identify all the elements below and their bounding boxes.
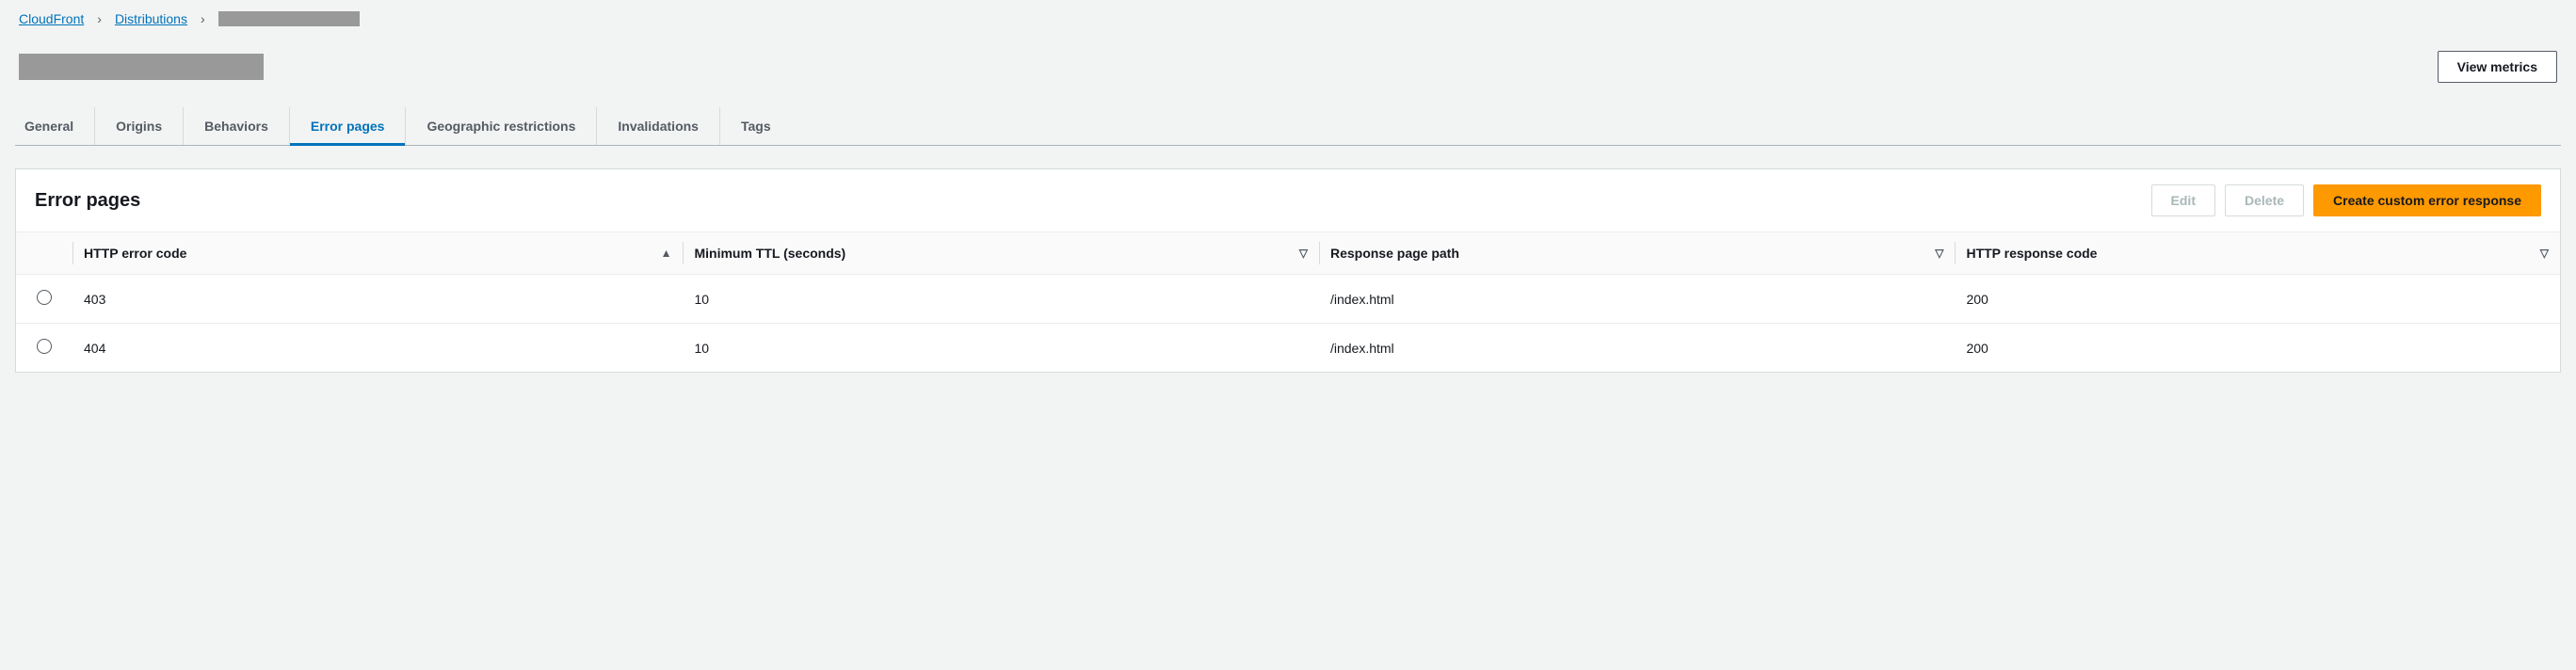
chevron-right-icon: › bbox=[201, 11, 205, 26]
page-header: View metrics bbox=[15, 32, 2561, 90]
row-select-radio[interactable] bbox=[37, 290, 52, 305]
tab-behaviors[interactable]: Behaviors bbox=[184, 107, 290, 145]
col-select bbox=[16, 232, 72, 275]
panel-title: Error pages bbox=[35, 190, 140, 212]
col-http-response-code[interactable]: HTTP response code ▽ bbox=[1955, 232, 2560, 275]
cell-min-ttl: 10 bbox=[683, 324, 1319, 373]
error-pages-table: HTTP error code ▲ Minimum TTL (seconds) … bbox=[16, 231, 2560, 372]
col-label: Response page path bbox=[1330, 246, 1459, 261]
dropdown-icon[interactable]: ▽ bbox=[1299, 247, 1308, 260]
edit-button[interactable]: Edit bbox=[2151, 184, 2215, 216]
col-label: Minimum TTL (seconds) bbox=[694, 246, 845, 261]
breadcrumb-distributions[interactable]: Distributions bbox=[115, 11, 187, 26]
table-row[interactable]: 403 10 /index.html 200 bbox=[16, 275, 2560, 324]
sort-asc-icon[interactable]: ▲ bbox=[661, 247, 672, 260]
tab-origins[interactable]: Origins bbox=[95, 107, 184, 145]
cell-http-error-code: 404 bbox=[72, 324, 683, 373]
cell-http-response-code: 200 bbox=[1955, 324, 2560, 373]
view-metrics-button[interactable]: View metrics bbox=[2438, 51, 2557, 83]
cell-http-error-code: 403 bbox=[72, 275, 683, 324]
cell-min-ttl: 10 bbox=[683, 275, 1319, 324]
col-label: HTTP response code bbox=[1966, 246, 2097, 261]
cell-response-page-path: /index.html bbox=[1319, 324, 1956, 373]
breadcrumb-distribution-id bbox=[218, 11, 360, 26]
chevron-right-icon: › bbox=[97, 11, 102, 26]
tab-tags[interactable]: Tags bbox=[720, 107, 792, 145]
cell-http-response-code: 200 bbox=[1955, 275, 2560, 324]
tab-general[interactable]: General bbox=[15, 107, 95, 145]
col-min-ttl[interactable]: Minimum TTL (seconds) ▽ bbox=[683, 232, 1319, 275]
cell-response-page-path: /index.html bbox=[1319, 275, 1956, 324]
dropdown-icon[interactable]: ▽ bbox=[2540, 247, 2549, 260]
page-title bbox=[19, 54, 264, 80]
breadcrumbs: CloudFront › Distributions › bbox=[15, 0, 2561, 32]
tab-error-pages[interactable]: Error pages bbox=[290, 107, 407, 145]
dropdown-icon[interactable]: ▽ bbox=[1935, 247, 1943, 260]
tabs: General Origins Behaviors Error pages Ge… bbox=[15, 107, 2561, 145]
error-pages-panel: Error pages Edit Delete Create custom er… bbox=[15, 168, 2561, 373]
col-response-page-path[interactable]: Response page path ▽ bbox=[1319, 232, 1956, 275]
col-label: HTTP error code bbox=[84, 246, 186, 261]
breadcrumb-cloudfront[interactable]: CloudFront bbox=[19, 11, 84, 26]
col-http-error-code[interactable]: HTTP error code ▲ bbox=[72, 232, 683, 275]
tab-geographic-restrictions[interactable]: Geographic restrictions bbox=[406, 107, 597, 145]
row-select-radio[interactable] bbox=[37, 339, 52, 354]
delete-button[interactable]: Delete bbox=[2225, 184, 2304, 216]
create-custom-error-response-button[interactable]: Create custom error response bbox=[2313, 184, 2541, 216]
tab-invalidations[interactable]: Invalidations bbox=[597, 107, 720, 145]
table-row[interactable]: 404 10 /index.html 200 bbox=[16, 324, 2560, 373]
